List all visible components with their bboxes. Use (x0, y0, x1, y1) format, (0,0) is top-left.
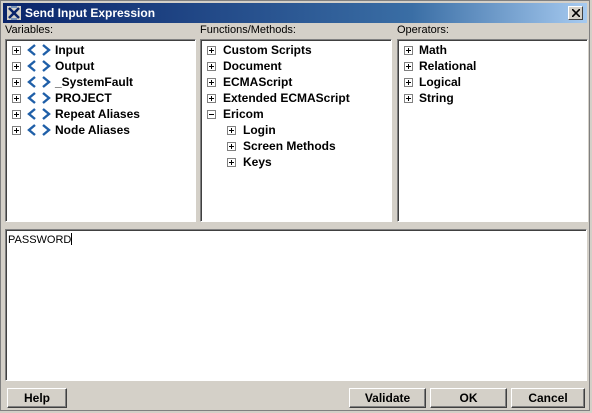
expand-icon[interactable] (12, 110, 21, 119)
expression-editor[interactable]: PASSWORD (5, 229, 587, 381)
expand-icon[interactable] (12, 78, 21, 87)
expand-icon[interactable] (404, 62, 413, 71)
expand-icon[interactable] (227, 158, 236, 167)
variables-label: Variables: (5, 24, 54, 36)
expand-icon[interactable] (227, 126, 236, 135)
tree-item-relational[interactable]: Relational (398, 58, 587, 74)
close-icon (572, 9, 580, 17)
variable-icon (27, 76, 51, 88)
tree-item-document[interactable]: Document (201, 58, 391, 74)
expand-icon[interactable] (12, 126, 21, 135)
expression-text: PASSWORD (8, 234, 72, 246)
tree-item-label: Document (223, 59, 282, 73)
expand-icon[interactable] (207, 94, 216, 103)
tree-item-login[interactable]: Login (201, 122, 391, 138)
tree-item-label: Relational (419, 59, 477, 73)
help-button[interactable]: Help (7, 388, 67, 408)
expand-icon[interactable] (207, 62, 216, 71)
tree-item-label: Output (55, 59, 95, 73)
variable-icon (27, 60, 51, 72)
window-title: Send Input Expression (25, 6, 156, 20)
tree-item-label: Extended ECMAScript (223, 91, 350, 105)
tree-item-output[interactable]: Output (6, 58, 195, 74)
tree-item-systemfault[interactable]: _SystemFault (6, 74, 195, 90)
tree-item-ericom[interactable]: Ericom (201, 106, 391, 122)
tree-item-label: ECMAScript (223, 75, 293, 89)
tree-item-logical[interactable]: Logical (398, 74, 587, 90)
expand-icon[interactable] (207, 46, 216, 55)
variable-icon (27, 124, 51, 136)
tree-item-screen-methods[interactable]: Screen Methods (201, 138, 391, 154)
collapse-icon[interactable] (207, 110, 216, 119)
tree-item-label: Logical (419, 75, 462, 89)
cancel-button[interactable]: Cancel (511, 388, 585, 408)
tree-item-label: Node Aliases (55, 123, 130, 137)
text-caret (71, 233, 73, 245)
tree-item-label: Input (55, 43, 85, 57)
expand-icon[interactable] (12, 46, 21, 55)
tree-item-label: Screen Methods (243, 139, 336, 153)
expand-icon[interactable] (12, 62, 21, 71)
operators-label: Operators: (397, 24, 449, 36)
tree-item-label: Ericom (223, 107, 264, 121)
tree-item-label: Keys (243, 155, 272, 169)
send-input-expression-dialog: Send Input Expression Variables: Input O… (0, 0, 590, 411)
expand-icon[interactable] (404, 46, 413, 55)
tree-item-label: Custom Scripts (223, 43, 312, 57)
tree-item-math[interactable]: Math (398, 42, 587, 58)
tree-item-label: Math (419, 43, 447, 57)
tree-item-label: Repeat Aliases (55, 107, 140, 121)
tree-item-label: PROJECT (55, 91, 112, 105)
expand-icon[interactable] (12, 94, 21, 103)
tree-item-label: _SystemFault (55, 75, 134, 89)
expand-icon[interactable] (404, 78, 413, 87)
tree-item-custom-scripts[interactable]: Custom Scripts (201, 42, 391, 58)
tree-item-label: String (419, 91, 454, 105)
functions-tree[interactable]: Custom Scripts Document ECMAScript Exten… (200, 39, 392, 222)
tree-item-string[interactable]: String (398, 90, 587, 106)
app-icon (7, 6, 21, 20)
tree-item-label: Login (243, 123, 276, 137)
variable-icon (27, 44, 51, 56)
variable-icon (27, 92, 51, 104)
tree-item-node-aliases[interactable]: Node Aliases (6, 122, 195, 138)
tree-item-input[interactable]: Input (6, 42, 195, 58)
functions-label: Functions/Methods: (200, 24, 296, 36)
expand-icon[interactable] (227, 142, 236, 151)
validate-button[interactable]: Validate (349, 388, 426, 408)
close-button[interactable] (568, 6, 583, 20)
ok-button[interactable]: OK (430, 388, 507, 408)
expand-icon[interactable] (207, 78, 216, 87)
tree-item-repeat-aliases[interactable]: Repeat Aliases (6, 106, 195, 122)
variable-icon (27, 108, 51, 120)
tree-item-keys[interactable]: Keys (201, 154, 391, 170)
variables-tree[interactable]: Input Output _SystemFault PROJECT Repeat… (5, 39, 196, 222)
operators-tree[interactable]: Math Relational Logical String (397, 39, 588, 222)
tree-item-extended-ecmascript[interactable]: Extended ECMAScript (201, 90, 391, 106)
tree-item-project[interactable]: PROJECT (6, 90, 195, 106)
title-bar[interactable]: Send Input Expression (3, 3, 587, 23)
tree-item-ecmascript[interactable]: ECMAScript (201, 74, 391, 90)
expand-icon[interactable] (404, 94, 413, 103)
